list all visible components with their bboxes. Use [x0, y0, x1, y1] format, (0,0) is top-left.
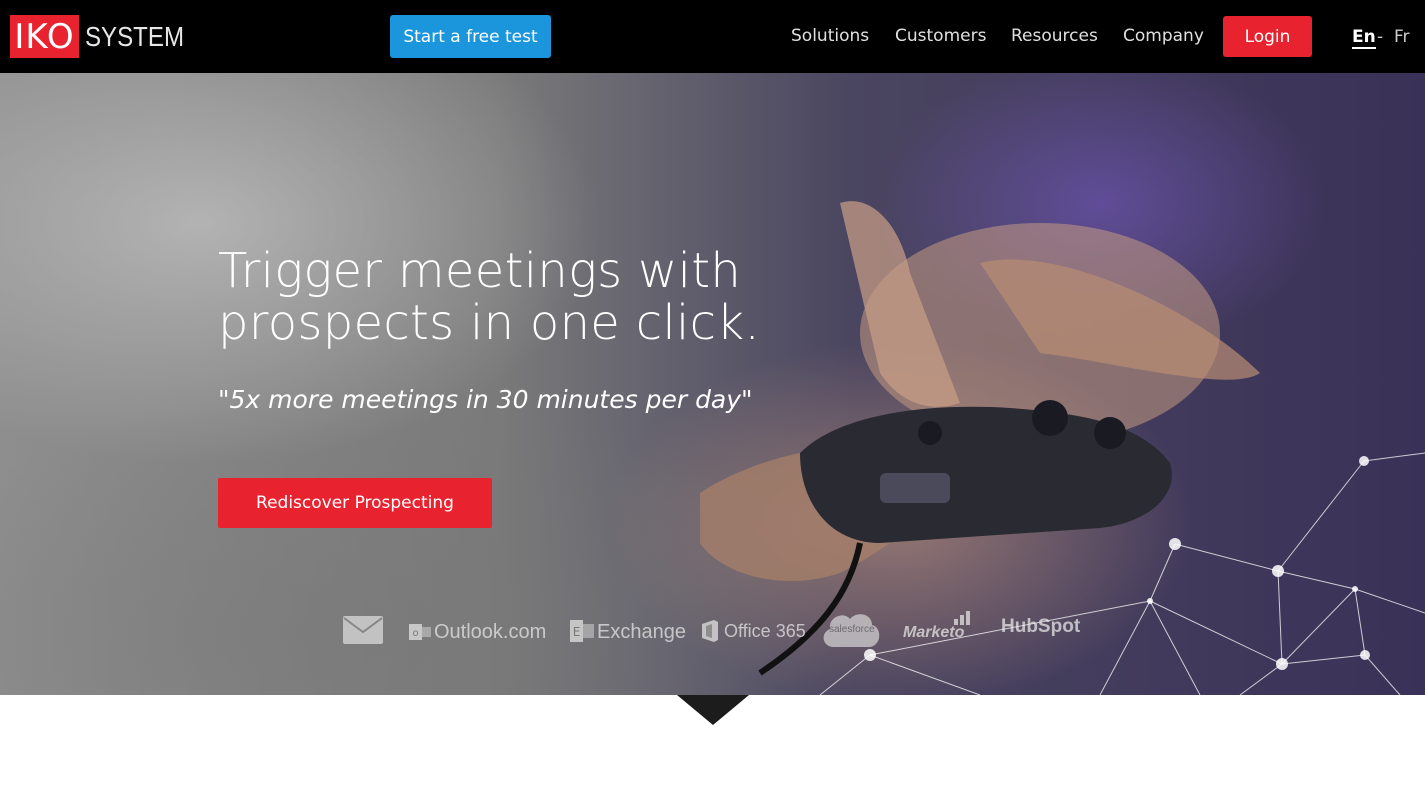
hero-title-line-1: Trigger meetings with — [218, 243, 742, 299]
language-fr[interactable]: Fr — [1394, 27, 1410, 47]
start-free-test-button[interactable]: Start a free test — [390, 15, 551, 58]
scroll-down-arrow-icon[interactable] — [677, 695, 749, 725]
language-en[interactable]: En — [1352, 27, 1376, 49]
top-navbar: IKO SYSTEM Start a free test Solutions C… — [0, 0, 1425, 73]
hero-title: Trigger meetings with prospects in one c… — [218, 245, 918, 349]
nav-company[interactable]: Company — [1123, 26, 1204, 46]
rediscover-prospecting-button[interactable]: Rediscover Prospecting — [218, 478, 492, 528]
nav-resources[interactable]: Resources — [1011, 26, 1098, 46]
logo-text: SYSTEM — [85, 20, 185, 52]
hero-title-line-2: prospects in one click. — [218, 295, 761, 351]
hero-quote: "5x more meetings in 30 minutes per day" — [218, 385, 753, 414]
hero-background-image — [700, 201, 1425, 695]
iko-system-logo[interactable]: IKO SYSTEM — [10, 15, 200, 58]
hero-banner: Trigger meetings with prospects in one c… — [0, 73, 1425, 695]
login-button[interactable]: Login — [1223, 16, 1312, 57]
logo-mark: IKO — [10, 15, 79, 58]
nav-customers[interactable]: Customers — [895, 26, 986, 46]
language-separator: - — [1377, 27, 1384, 47]
nav-solutions[interactable]: Solutions — [791, 26, 869, 46]
